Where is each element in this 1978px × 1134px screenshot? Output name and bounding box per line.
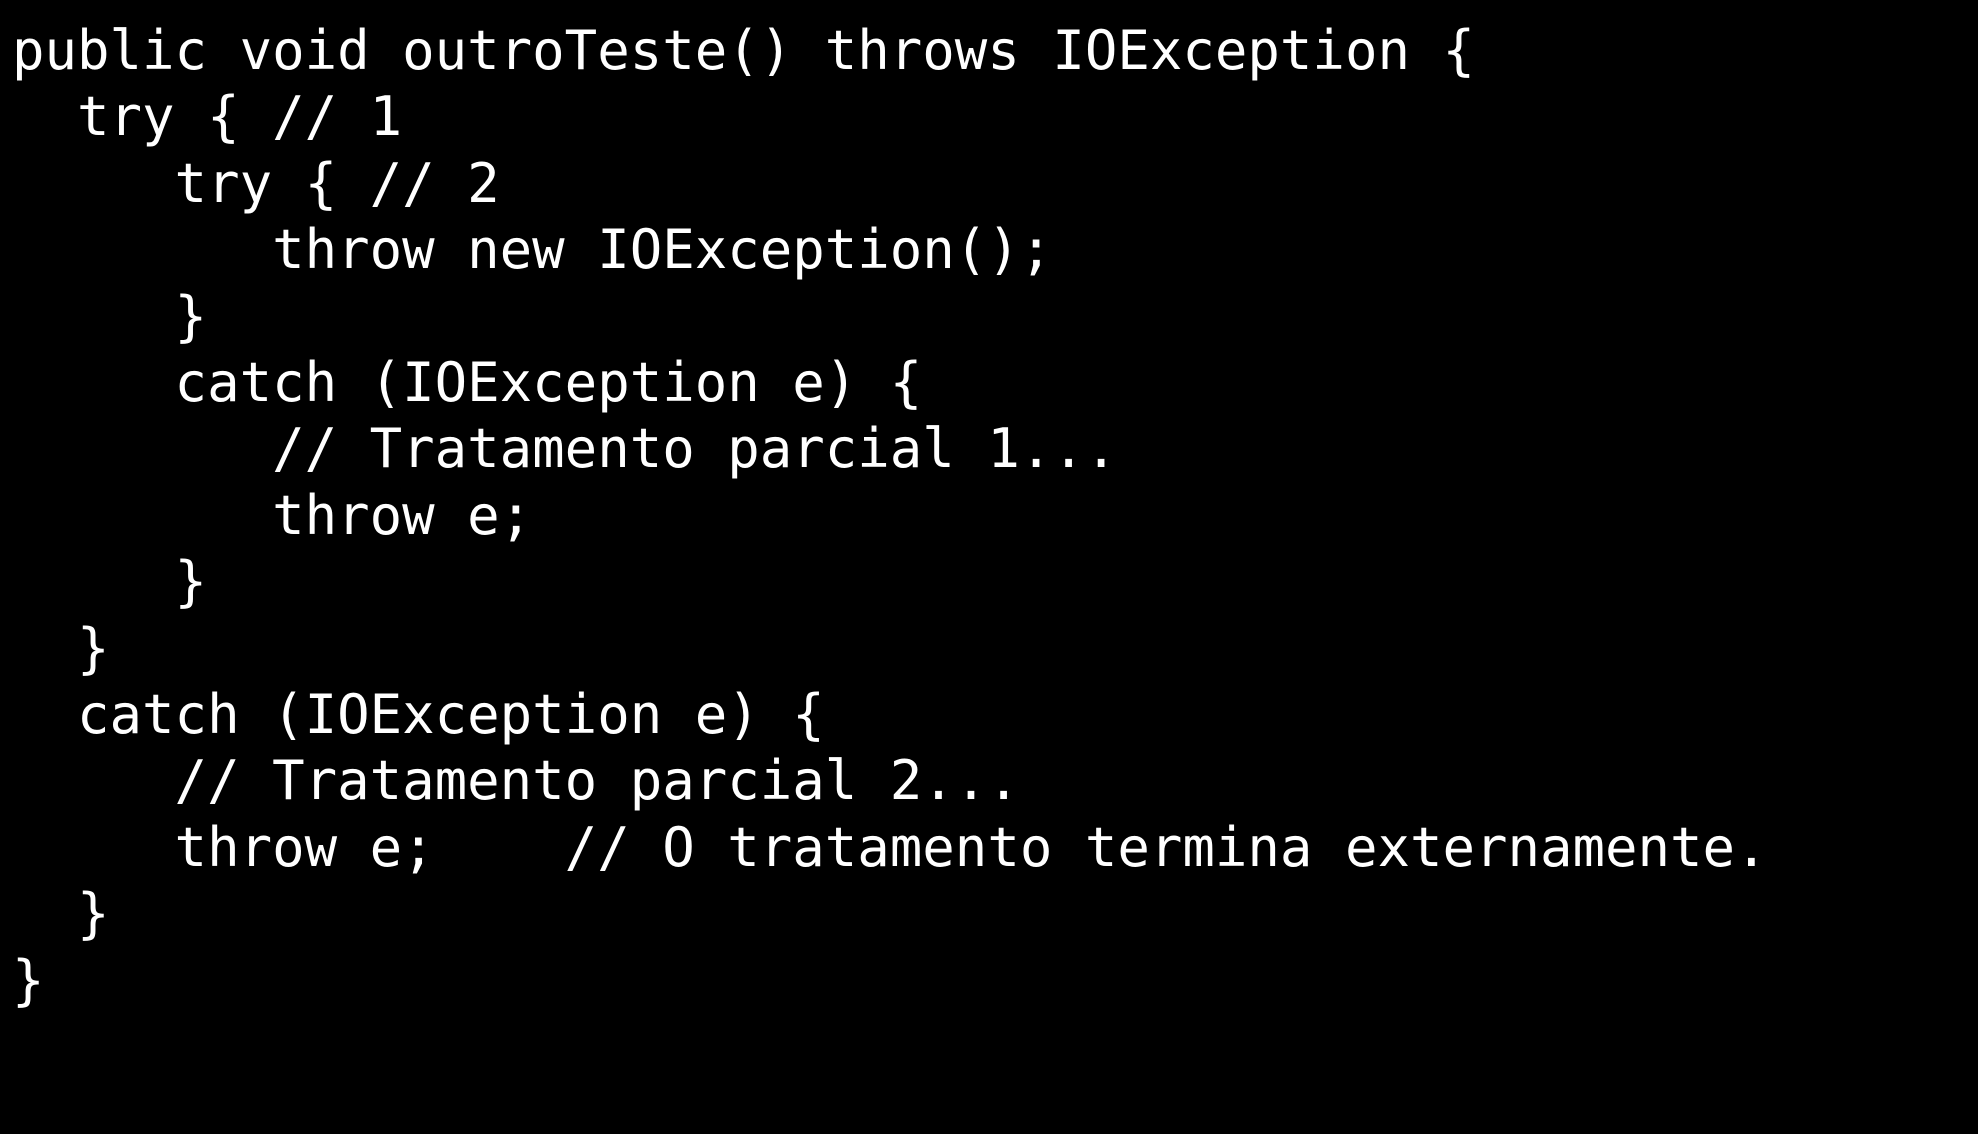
code-line: try { // 2	[12, 152, 500, 215]
code-line: // Tratamento parcial 2...	[12, 749, 1020, 812]
code-line: }	[12, 882, 110, 945]
code-line: throw e; // O tratamento termina externa…	[12, 816, 1768, 879]
code-line: }	[12, 949, 45, 1012]
code-line: }	[12, 285, 207, 348]
code-line: throw e;	[12, 484, 532, 547]
code-line: }	[12, 550, 207, 613]
code-line: catch (IOException e) {	[12, 351, 922, 414]
code-line: public void outroTeste() throws IOExcept…	[12, 19, 1475, 82]
code-line: catch (IOException e) {	[12, 683, 825, 746]
code-line: throw new IOException();	[12, 218, 1052, 281]
code-block: public void outroTeste() throws IOExcept…	[0, 0, 1978, 1014]
code-line: }	[12, 617, 110, 680]
code-line: try { // 1	[12, 85, 402, 148]
code-line: // Tratamento parcial 1...	[12, 417, 1117, 480]
